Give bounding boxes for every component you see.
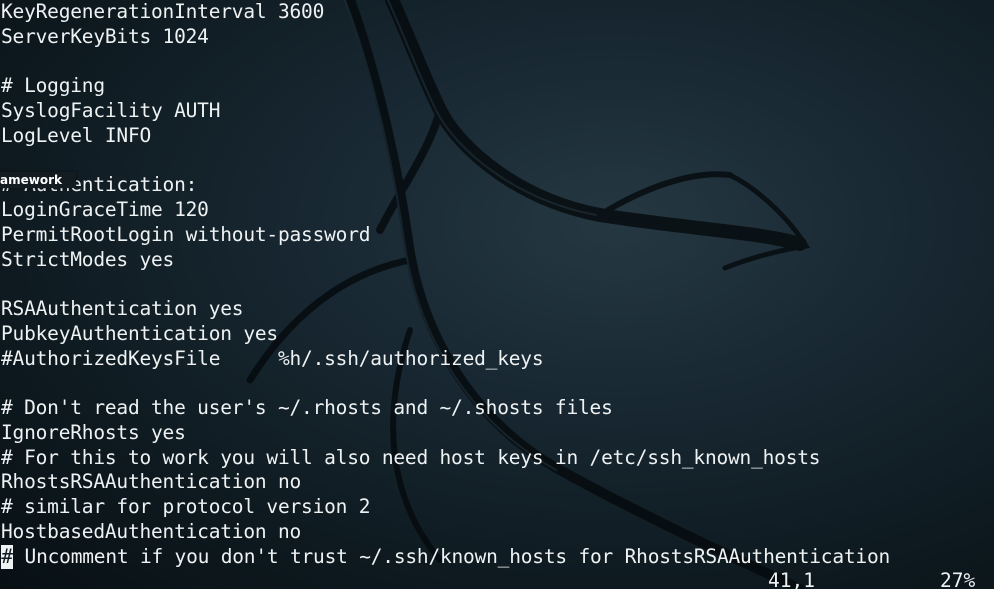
cursor-line-text: Uncomment if you don't trust ~/.ssh/know… (13, 544, 891, 568)
terminal-window[interactable]: KeyRegenerationInterval 3600 ServerKeyBi… (0, 0, 994, 589)
config-line: KeyRegenerationInterval 3600 (1, 0, 325, 23)
config-line: # Don't read the user's ~/.rhosts and ~/… (1, 396, 613, 419)
config-line: HostbasedAuthentication no (1, 519, 302, 543)
config-line: LogLevel INFO (1, 123, 152, 147)
config-line: PubkeyAuthentication yes (1, 321, 278, 345)
text-cursor: # (1, 544, 13, 570)
config-line: SyslogFacility AUTH (1, 99, 221, 122)
cursor-line[interactable]: # Uncomment if you don't trust ~/.ssh/kn… (1, 544, 891, 570)
config-line: ServerKeyBits 1024 (1, 24, 209, 48)
cursor-position-indicator: 41,1 (768, 569, 815, 589)
overlay-window-title-fragment[interactable]: amework (0, 172, 76, 188)
config-line: StrictModes yes (1, 247, 175, 271)
config-line: # Logging (1, 74, 105, 98)
config-line: RSAAuthentication yes (1, 297, 244, 320)
config-line: IgnoreRhosts yes (1, 420, 186, 444)
config-line: #AuthorizedKeysFile %h/.ssh/authorized_k… (1, 346, 544, 370)
config-line: # For this to work you will also need ho… (1, 445, 821, 469)
config-line: # similar for protocol version 2 (1, 495, 371, 518)
config-line: RhostsRSAAuthentication no (1, 470, 302, 494)
config-line: PermitRootLogin without-password (1, 222, 371, 246)
scroll-percent-indicator: 27% (940, 569, 976, 589)
config-line: LoginGraceTime 120 (1, 198, 209, 221)
